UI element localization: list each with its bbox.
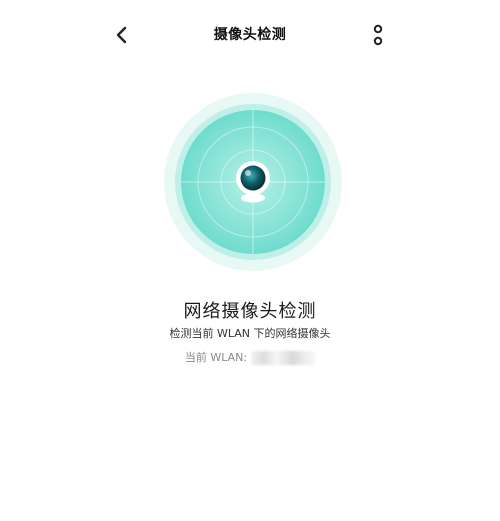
wlan-label: 当前 WLAN: [184, 351, 248, 364]
more-options-button[interactable] [365, 21, 391, 49]
camera-scan-radar [164, 93, 342, 271]
detection-title: 网络摄像头检测 [183, 301, 317, 322]
page-title: 摄像头检测 [213, 27, 287, 43]
top-bar: 摄像头检测 [0, 0, 500, 68]
wlan-name-redacted [251, 351, 316, 365]
current-wlan: 当前 WLAN: [0, 349, 500, 365]
more-vertical-icon [373, 24, 383, 46]
detection-subtitle: 检测当前 WLAN 下的网络摄像头 [169, 327, 331, 340]
